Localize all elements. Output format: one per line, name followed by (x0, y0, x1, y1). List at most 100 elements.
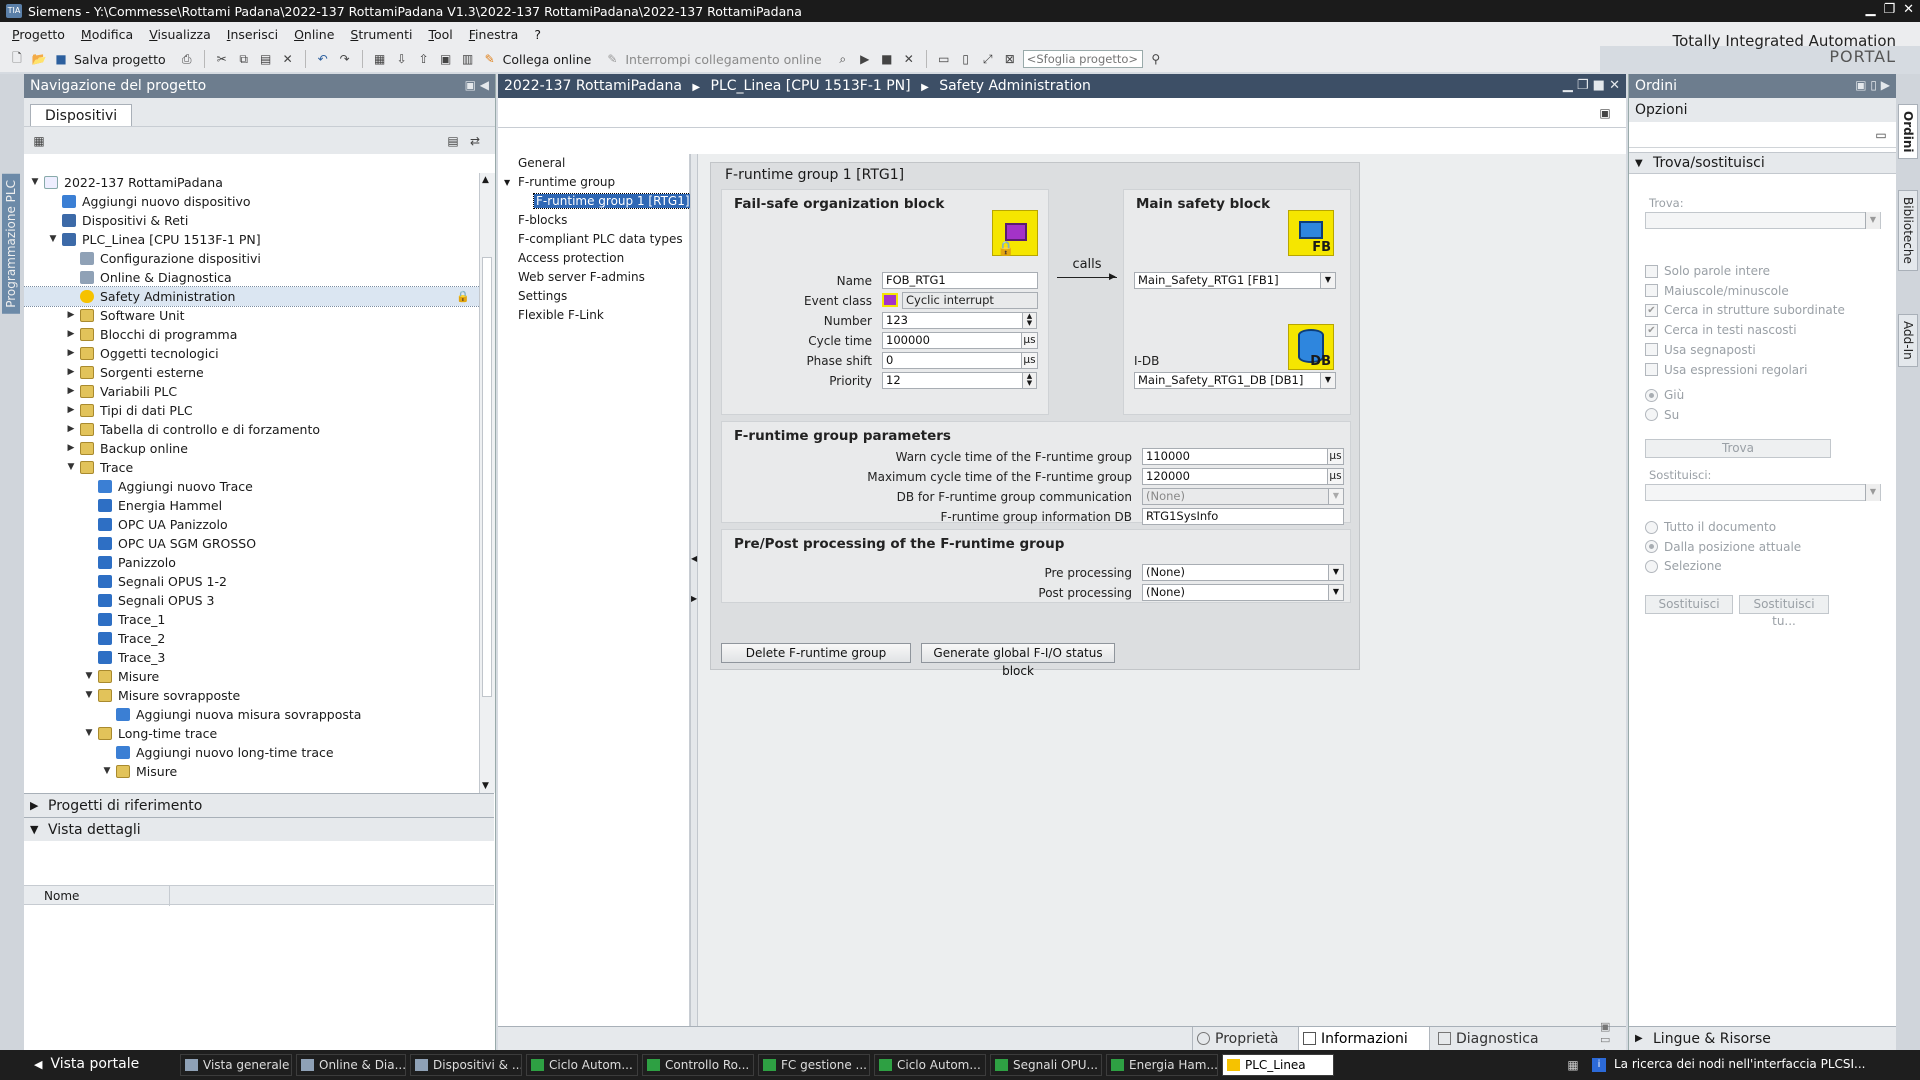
tree-item[interactable]: ▼ 2022-137 RottamiPadana (24, 173, 494, 192)
chevron-down-icon[interactable]: ▼ (1320, 373, 1335, 388)
collapse-icon[interactable]: ▼ (66, 458, 76, 477)
fob-priority-field[interactable]: 12 (882, 372, 1023, 389)
menu-visualizza[interactable]: Visualizza (149, 27, 211, 42)
replace-all-button[interactable]: Sostituisci tu... (1739, 595, 1829, 628)
chevron-down-icon[interactable]: ▼ (1865, 484, 1880, 501)
radio-button[interactable] (1645, 540, 1658, 554)
tree-item[interactable]: ▼ Long-time trace (24, 724, 494, 743)
cross-reference-icon[interactable]: ✕ (900, 50, 918, 68)
priority-spinner[interactable]: ▲ ▼ (1023, 372, 1037, 389)
checkbox[interactable]: ✔ (1645, 323, 1658, 337)
minimize-icon[interactable]: ▁ (1865, 2, 1875, 17)
scroll-thumb[interactable] (482, 257, 492, 697)
editor-window-controls[interactable]: ▁ ❐ ■ ✕ (1563, 78, 1620, 93)
radio-button[interactable] (1645, 520, 1658, 534)
copy-icon[interactable]: ⧉ (235, 50, 253, 68)
fob-number-field[interactable]: 123 (882, 312, 1023, 329)
expand-icon[interactable]: ▶ (66, 306, 76, 325)
maximize-editor-icon[interactable]: ⤢ (979, 50, 997, 68)
collapse-icon[interactable]: ▼ (102, 762, 112, 781)
fob-phase-field[interactable]: 0 (882, 352, 1022, 369)
tree-scrollbar[interactable]: ▲ ▼ (479, 173, 495, 793)
replace-button[interactable]: Sostituisci (1645, 595, 1733, 614)
upload-icon[interactable]: ⇧ (415, 50, 433, 68)
tree-item[interactable]: ▶ Tipi di dati PLC (24, 401, 494, 420)
go-offline-button[interactable]: Interrompi collegamento online (625, 52, 821, 67)
tree-item[interactable]: Segnali OPUS 1-2 (24, 572, 494, 591)
taskbar-editor-item[interactable]: Vista generale (180, 1054, 292, 1076)
find-option[interactable]: ✔ Cerca in strutture subordinate (1645, 303, 1845, 317)
collapse-icon[interactable]: ▼ (30, 173, 40, 192)
taskbar-editor-item[interactable]: Dispositivi & ... (410, 1054, 522, 1076)
info-db-field[interactable]: RTG1SysInfo (1142, 508, 1344, 525)
fob-name-field[interactable]: FOB_RTG1 (882, 272, 1038, 289)
tab-properties[interactable]: Proprietà (1192, 1027, 1296, 1051)
sidenav-item[interactable]: Web server F-admins (498, 268, 689, 287)
find-input[interactable]: ▼ (1645, 212, 1881, 229)
tree-item[interactable]: ▶ Software Unit (24, 306, 494, 325)
paste-icon[interactable]: ▤ (257, 50, 275, 68)
plc-programming-tab[interactable]: Programmazione PLC (2, 174, 20, 314)
simulation-icon[interactable]: ▥ (459, 50, 477, 68)
tab-diagnostics[interactable]: Diagnostica (1434, 1027, 1560, 1051)
menu-help[interactable]: ? (534, 27, 541, 42)
checkbox[interactable] (1645, 343, 1658, 357)
menu-tool[interactable]: Tool (428, 27, 452, 42)
redo-icon[interactable]: ↷ (336, 50, 354, 68)
chevron-down-icon[interactable]: ▼ (1328, 585, 1343, 600)
languages-section[interactable]: ▶ Lingue & Risorse (1629, 1026, 1896, 1050)
find-option[interactable]: Solo parole intere (1645, 264, 1770, 278)
vtab-libraries[interactable]: Biblioteche (1898, 190, 1918, 271)
tree-item[interactable]: Panizzolo (24, 553, 494, 572)
taskbar-editor-item[interactable]: Segnali OPU... (990, 1054, 1102, 1076)
post-processing-select[interactable]: (None) ▼ (1142, 584, 1344, 601)
reference-projects-section[interactable]: ▶ Progetti di riferimento (24, 793, 494, 817)
find-button[interactable]: Trova (1645, 439, 1831, 458)
overview-icon[interactable]: ▦ (30, 132, 48, 150)
tree-item[interactable]: OPC UA Panizzolo (24, 515, 494, 534)
menu-strumenti[interactable]: Strumenti (350, 27, 412, 42)
sidenav-item[interactable]: ▼ F-runtime group (498, 173, 689, 192)
tree-item[interactable]: Segnali OPUS 3 (24, 591, 494, 610)
menu-modifica[interactable]: Modifica (81, 27, 133, 42)
tree-item[interactable]: Online & Diagnostica (24, 268, 494, 287)
expand-icon[interactable]: ▶ (66, 420, 76, 439)
device-download-icon[interactable]: ▣ (437, 50, 455, 68)
scope-option[interactable]: Selezione (1645, 559, 1722, 573)
breadcrumb-safety[interactable]: Safety Administration (939, 78, 1091, 94)
search-project-input[interactable] (1022, 50, 1143, 68)
expand-icon[interactable]: ▶ (66, 382, 76, 401)
collapse-panel-icon[interactable]: ▣ ◀ (465, 78, 489, 92)
taskbar-editor-item[interactable]: Ciclo Autom... (526, 1054, 638, 1076)
task-panel-controls-icon[interactable]: ▣ ▯ ▶ (1855, 78, 1890, 92)
stop-cpu-icon[interactable]: ■ (878, 50, 896, 68)
taskbar-editor-item[interactable]: Online & Dia... (296, 1054, 406, 1076)
save-project-button[interactable]: Salva progetto (74, 52, 166, 67)
idb-select[interactable]: Main_Safety_RTG1_DB [DB1] ▼ (1134, 372, 1336, 389)
sidenav-item[interactable]: Access protection (498, 249, 689, 268)
fob-cycle-field[interactable]: 100000 (882, 332, 1022, 349)
tree-item[interactable]: ▼ Misure (24, 667, 494, 686)
split-vertical-icon[interactable]: ▯ (957, 50, 975, 68)
vtab-tasks[interactable]: Ordini (1898, 104, 1918, 160)
collapse-icon[interactable]: ▼ (504, 173, 510, 192)
undo-icon[interactable]: ↶ (314, 50, 332, 68)
expand-icon[interactable]: ▶ (66, 401, 76, 420)
open-project-icon[interactable]: 📂 (30, 50, 48, 68)
expand-icon[interactable]: ▶ (66, 325, 76, 344)
tree-item[interactable]: Aggiungi nuovo long-time trace (24, 743, 494, 762)
accessible-devices-icon[interactable]: ⌕ (834, 50, 852, 68)
taskbar-editor-item[interactable]: FC gestione ... (758, 1054, 870, 1076)
breadcrumb-project[interactable]: 2022-137 RottamiPadana (504, 78, 682, 94)
main-safety-block-select[interactable]: Main_Safety_RTG1 [FB1] ▼ (1134, 272, 1336, 289)
tree-item[interactable]: OPC UA SGM GROSSO (24, 534, 494, 553)
maximize-icon[interactable]: ❐ (1883, 2, 1895, 17)
details-col-name[interactable]: Nome (44, 886, 170, 906)
tree-item[interactable]: ▶ Blocchi di programma (24, 325, 494, 344)
details-view-section[interactable]: ▼ Vista dettagli (24, 817, 494, 841)
collapse-icon[interactable]: ▼ (48, 230, 58, 249)
checkbox[interactable]: ✔ (1645, 303, 1658, 317)
sidenav-item[interactable]: Flexible F-Link (498, 306, 689, 325)
portal-view-button[interactable]: ◀ Vista portale (34, 1056, 139, 1072)
scope-option[interactable]: Dalla posizione attuale (1645, 540, 1801, 554)
